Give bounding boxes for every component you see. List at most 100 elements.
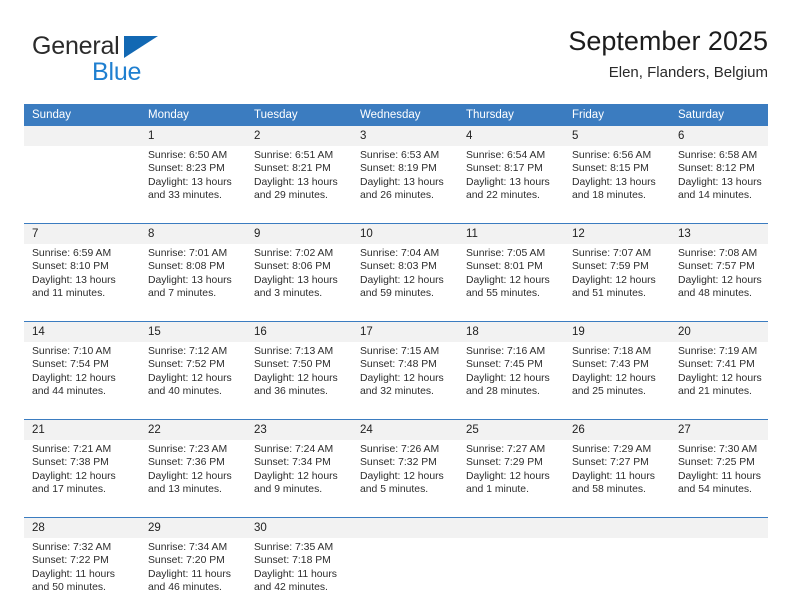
sunset-text: Sunset: 7:45 PM: [466, 359, 543, 371]
sunset-text: Sunset: 8:06 PM: [254, 261, 331, 273]
day-number[interactable]: 14: [24, 322, 140, 342]
sunrise-text: Sunrise: 6:59 AM: [32, 248, 112, 259]
sunrise-text: Sunrise: 7:02 AM: [254, 248, 334, 259]
sunset-text: Sunset: 8:08 PM: [148, 261, 225, 273]
day-number[interactable]: 4: [458, 126, 564, 146]
daylight-text-cont: and 5 minutes.: [360, 484, 429, 496]
sunrise-text: Sunrise: 7:13 AM: [254, 346, 334, 357]
day-number[interactable]: 11: [458, 224, 564, 244]
day-number[interactable]: 15: [140, 322, 246, 342]
day-number[interactable]: 5: [564, 126, 670, 146]
daylight-text: Daylight: 12 hours: [254, 372, 338, 384]
day-detail: Sunrise: 7:23 AM Sunset: 7:36 PM Dayligh…: [140, 440, 246, 511]
day-number[interactable]: 8: [140, 224, 246, 244]
day-detail-empty: [24, 146, 140, 217]
day-number[interactable]: 23: [246, 420, 352, 440]
daylight-text-cont: and 26 minutes.: [360, 190, 434, 202]
page-title: September 2025: [568, 26, 768, 56]
daylight-text-cont: and 29 minutes.: [254, 190, 328, 202]
weekday-header-monday: Monday: [140, 104, 246, 126]
daylight-text-cont: and 7 minutes.: [148, 288, 217, 300]
day-detail: Sunrise: 7:10 AM Sunset: 7:54 PM Dayligh…: [24, 342, 140, 413]
daylight-text-cont: and 28 minutes.: [466, 386, 540, 398]
sunrise-text: Sunrise: 6:53 AM: [360, 150, 440, 161]
day-number[interactable]: 2: [246, 126, 352, 146]
daylight-text-cont: and 14 minutes.: [678, 190, 752, 202]
daylight-text: Daylight: 12 hours: [360, 274, 444, 286]
daylight-text-cont: and 21 minutes.: [678, 386, 752, 398]
day-detail: Sunrise: 6:58 AM Sunset: 8:12 PM Dayligh…: [670, 146, 768, 217]
day-number[interactable]: 26: [564, 420, 670, 440]
day-detail: Sunrise: 7:05 AM Sunset: 8:01 PM Dayligh…: [458, 244, 564, 315]
day-number[interactable]: 16: [246, 322, 352, 342]
day-cell-empty: [24, 126, 140, 146]
day-number[interactable]: 10: [352, 224, 458, 244]
sunrise-text: Sunrise: 7:08 AM: [678, 248, 758, 259]
daylight-text-cont: and 17 minutes.: [32, 484, 106, 496]
day-cell-empty: [352, 518, 458, 538]
daylight-text-cont: and 44 minutes.: [32, 386, 106, 398]
day-number[interactable]: 7: [24, 224, 140, 244]
day-detail: Sunrise: 7:16 AM Sunset: 7:45 PM Dayligh…: [458, 342, 564, 413]
weekday-header-friday: Friday: [564, 104, 670, 126]
daylight-text: Daylight: 11 hours: [254, 568, 337, 580]
daylight-text: Daylight: 12 hours: [678, 274, 762, 286]
sunrise-text: Sunrise: 7:07 AM: [572, 248, 652, 259]
day-detail: Sunrise: 7:18 AM Sunset: 7:43 PM Dayligh…: [564, 342, 670, 413]
sunset-text: Sunset: 8:01 PM: [466, 261, 543, 273]
week-4-daynumbers: 21 22 23 24 25 26 27: [24, 420, 768, 440]
day-number[interactable]: 19: [564, 322, 670, 342]
day-number[interactable]: 22: [140, 420, 246, 440]
day-detail: Sunrise: 7:29 AM Sunset: 7:27 PM Dayligh…: [564, 440, 670, 511]
daylight-text: Daylight: 13 hours: [32, 274, 116, 286]
sunrise-text: Sunrise: 6:58 AM: [678, 150, 758, 161]
daylight-text-cont: and 50 minutes.: [32, 582, 106, 594]
logo-text-blue: Blue: [92, 58, 142, 86]
week-1-details: Sunrise: 6:50 AM Sunset: 8:23 PM Dayligh…: [24, 146, 768, 217]
sunset-text: Sunset: 7:54 PM: [32, 359, 109, 371]
title-block: September 2025 Elen, Flanders, Belgium: [568, 24, 768, 84]
day-number[interactable]: 9: [246, 224, 352, 244]
sunset-text: Sunset: 8:12 PM: [678, 163, 755, 175]
weekday-header-row: Sunday Monday Tuesday Wednesday Thursday…: [24, 104, 768, 126]
sunrise-text: Sunrise: 7:30 AM: [678, 444, 758, 455]
day-detail-empty: [564, 538, 670, 609]
week-3-details: Sunrise: 7:10 AM Sunset: 7:54 PM Dayligh…: [24, 342, 768, 413]
calendar-page: General Blue September 2025 Elen, Flande…: [0, 0, 792, 612]
daylight-text-cont: and 55 minutes.: [466, 288, 540, 300]
day-number[interactable]: 28: [24, 518, 140, 538]
day-number[interactable]: 21: [24, 420, 140, 440]
daylight-text: Daylight: 11 hours: [678, 470, 761, 482]
day-number[interactable]: 25: [458, 420, 564, 440]
sunset-text: Sunset: 7:34 PM: [254, 457, 331, 469]
day-number[interactable]: 17: [352, 322, 458, 342]
day-cell-empty: [670, 518, 768, 538]
daylight-text-cont: and 25 minutes.: [572, 386, 646, 398]
day-number[interactable]: 27: [670, 420, 768, 440]
day-number[interactable]: 30: [246, 518, 352, 538]
day-detail: Sunrise: 7:27 AM Sunset: 7:29 PM Dayligh…: [458, 440, 564, 511]
day-number[interactable]: 24: [352, 420, 458, 440]
day-number[interactable]: 6: [670, 126, 768, 146]
day-number[interactable]: 12: [564, 224, 670, 244]
triangle-icon: [124, 36, 158, 58]
sunrise-text: Sunrise: 7:12 AM: [148, 346, 228, 357]
day-number[interactable]: 18: [458, 322, 564, 342]
day-number[interactable]: 1: [140, 126, 246, 146]
sunrise-text: Sunrise: 7:21 AM: [32, 444, 112, 455]
day-detail: Sunrise: 7:04 AM Sunset: 8:03 PM Dayligh…: [352, 244, 458, 315]
sunrise-text: Sunrise: 7:34 AM: [148, 542, 228, 553]
day-number[interactable]: 29: [140, 518, 246, 538]
day-detail: Sunrise: 7:19 AM Sunset: 7:41 PM Dayligh…: [670, 342, 768, 413]
sunrise-text: Sunrise: 7:16 AM: [466, 346, 546, 357]
daylight-text: Daylight: 13 hours: [466, 176, 550, 188]
day-number[interactable]: 13: [670, 224, 768, 244]
sunset-text: Sunset: 7:20 PM: [148, 555, 225, 567]
daylight-text-cont: and 11 minutes.: [32, 288, 106, 300]
general-blue-logo: General Blue: [32, 32, 212, 88]
day-number[interactable]: 20: [670, 322, 768, 342]
week-5-details: Sunrise: 7:32 AM Sunset: 7:22 PM Dayligh…: [24, 538, 768, 609]
day-number[interactable]: 3: [352, 126, 458, 146]
sunrise-text: Sunrise: 7:10 AM: [32, 346, 112, 357]
sunset-text: Sunset: 8:21 PM: [254, 163, 331, 175]
